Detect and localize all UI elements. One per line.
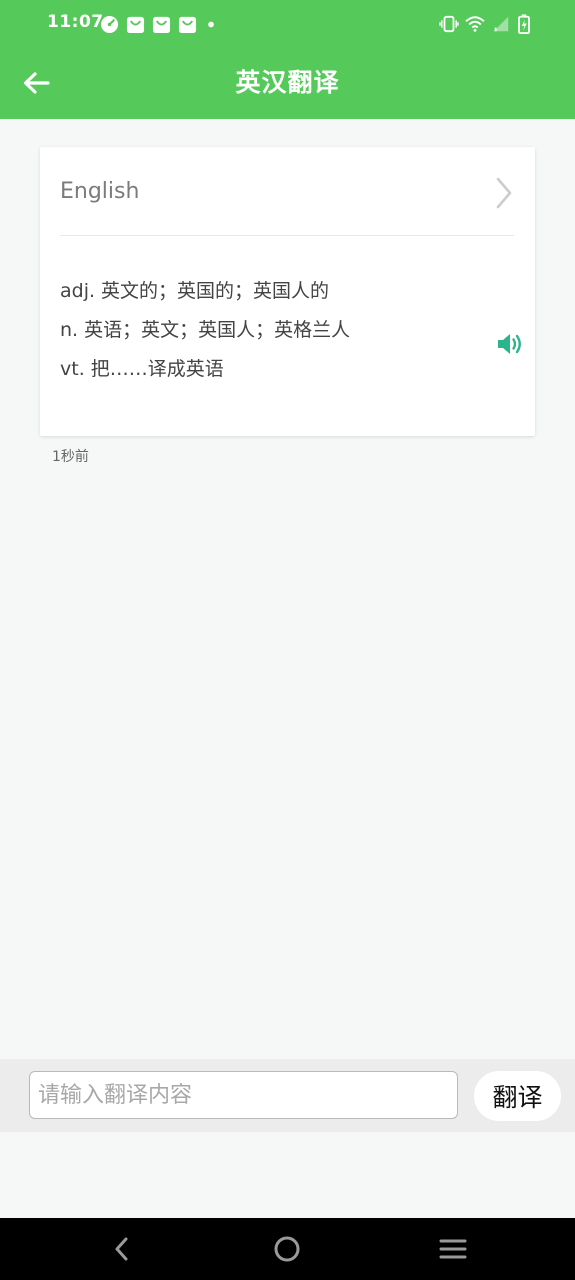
dot-icon [208, 21, 214, 27]
system-icons [439, 13, 531, 35]
shopping-bag-icon [152, 16, 171, 33]
translate-button[interactable]: 翻译 [474, 1071, 561, 1121]
source-word: English [60, 179, 140, 204]
translate-input[interactable] [29, 1071, 458, 1119]
battery-charging-icon [518, 14, 530, 34]
menu-lines-icon [439, 1239, 467, 1259]
nav-recents-button[interactable] [437, 1233, 469, 1265]
wifi-icon [465, 16, 485, 32]
status-time: 11:07 [47, 12, 104, 32]
home-circle-icon [274, 1236, 300, 1262]
vibrate-icon [439, 15, 459, 33]
definition-item: n. 英语；英文；英国人；英格兰人 [60, 319, 351, 341]
signal-icon [493, 16, 509, 32]
definition-item: adj. 英文的；英国的；英国人的 [60, 280, 330, 302]
definition-item: vt. 把……译成英语 [60, 358, 224, 380]
nav-back-button[interactable] [106, 1233, 138, 1265]
word-detail-link[interactable]: English [40, 147, 535, 236]
page-title: 英汉翻译 [235, 68, 340, 97]
timestamp: 1秒前 [52, 449, 89, 465]
nav-home-button[interactable] [271, 1233, 303, 1265]
input-bar: 翻译 [0, 1059, 575, 1132]
chevron-right-icon [496, 177, 512, 209]
card-divider [60, 235, 514, 236]
status-bar: 11:07 [0, 0, 575, 48]
notification-icons [100, 13, 218, 35]
shopping-bag-icon [178, 16, 197, 33]
speedometer-icon [100, 15, 119, 33]
translation-result-card: English adj. 英文的；英国的；英国人的 n. 英语；英文；英国人；英… [40, 147, 535, 436]
speaker-icon [498, 334, 521, 354]
pronounce-button[interactable] [495, 329, 525, 359]
system-nav-bar [0, 1218, 575, 1280]
shopping-bag-icon [126, 16, 145, 33]
back-triangle-icon [115, 1237, 128, 1261]
app-bar: 英汉翻译 [0, 48, 575, 119]
definition-list: adj. 英文的；英国的；英国人的 n. 英语；英文；英国人；英格兰人 vt. … [60, 272, 480, 389]
